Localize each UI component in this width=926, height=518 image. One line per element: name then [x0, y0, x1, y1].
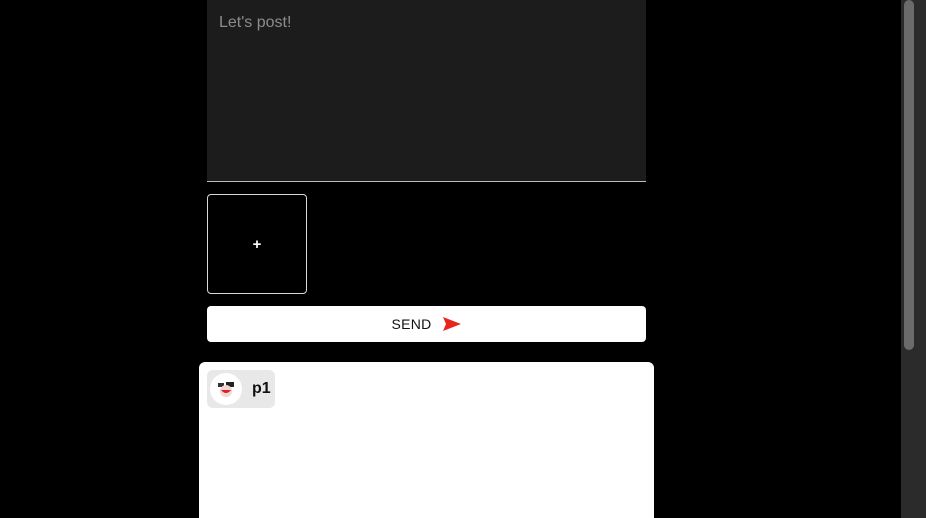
page: + SEND p1 — [0, 0, 926, 518]
add-image-button[interactable]: + — [207, 194, 307, 294]
send-button[interactable]: SEND — [207, 306, 646, 342]
user-chip[interactable]: p1 — [207, 370, 275, 408]
post-textarea[interactable] — [207, 0, 646, 182]
post-card: p1 — [199, 362, 654, 518]
avatar — [210, 373, 242, 405]
send-label: SEND — [391, 316, 432, 332]
username: p1 — [252, 380, 271, 397]
add-image-label: + — [252, 235, 262, 253]
send-icon — [442, 316, 462, 332]
scrollbar-thumb[interactable] — [904, 0, 914, 350]
